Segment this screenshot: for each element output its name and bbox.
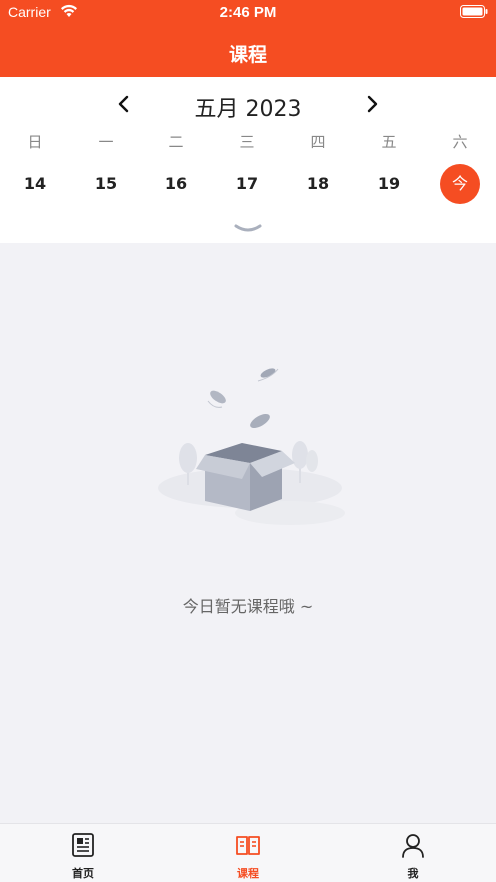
weekday-label: 六 (452, 133, 468, 151)
battery-icon (460, 5, 488, 18)
tab-bar: 首页 课程 我 (0, 823, 496, 882)
status-bar: Carrier 2:46 PM (0, 0, 496, 26)
date-cell[interactable]: 17 (227, 164, 267, 204)
month-title: 五月 2023 (194, 97, 302, 122)
tab-home-label: 首页 (72, 867, 94, 880)
weekday-label: 三 (239, 133, 255, 151)
date-cell[interactable]: 15 (86, 164, 126, 204)
tab-me-label: 我 (407, 867, 419, 880)
page-title: 课程 (228, 44, 267, 66)
empty-state: 今日暂无课程哦 ~ (0, 243, 496, 823)
date-row: 14 15 16 17 18 19 今 (0, 164, 496, 204)
app-header: Carrier 2:46 PM 课程 (0, 0, 496, 77)
status-time: 2:46 PM (219, 4, 277, 21)
book-icon (236, 836, 260, 855)
empty-box-illustration (158, 368, 345, 525)
date-cell[interactable]: 16 (156, 164, 196, 204)
date-cell[interactable]: 19 (369, 164, 409, 204)
weekday-label: 五 (381, 133, 397, 151)
weekday-label: 四 (310, 133, 326, 151)
date-cell[interactable]: 14 (15, 164, 55, 204)
weekday-label: 日 (27, 133, 43, 151)
next-month-button[interactable] (363, 95, 381, 113)
weekday-label: 一 (98, 133, 114, 151)
tab-courses[interactable]: 课程 (198, 824, 298, 882)
expand-calendar-chevron-icon[interactable] (233, 223, 263, 235)
date-cell[interactable]: 18 (298, 164, 338, 204)
tab-courses-label: 课程 (237, 867, 259, 880)
tab-home[interactable]: 首页 (33, 824, 133, 882)
user-icon (402, 834, 424, 858)
empty-state-message: 今日暂无课程哦 ~ (182, 597, 314, 616)
week-calendar: 五月 2023 日 一 二 三 四 五 六 14 15 16 17 18 19 … (0, 77, 496, 243)
month-row: 五月 2023 (0, 89, 496, 122)
weekday-label: 二 (168, 133, 184, 151)
newspaper-icon (72, 833, 94, 857)
today-date-cell[interactable]: 今 (440, 164, 480, 204)
tab-me[interactable]: 我 (363, 824, 463, 882)
